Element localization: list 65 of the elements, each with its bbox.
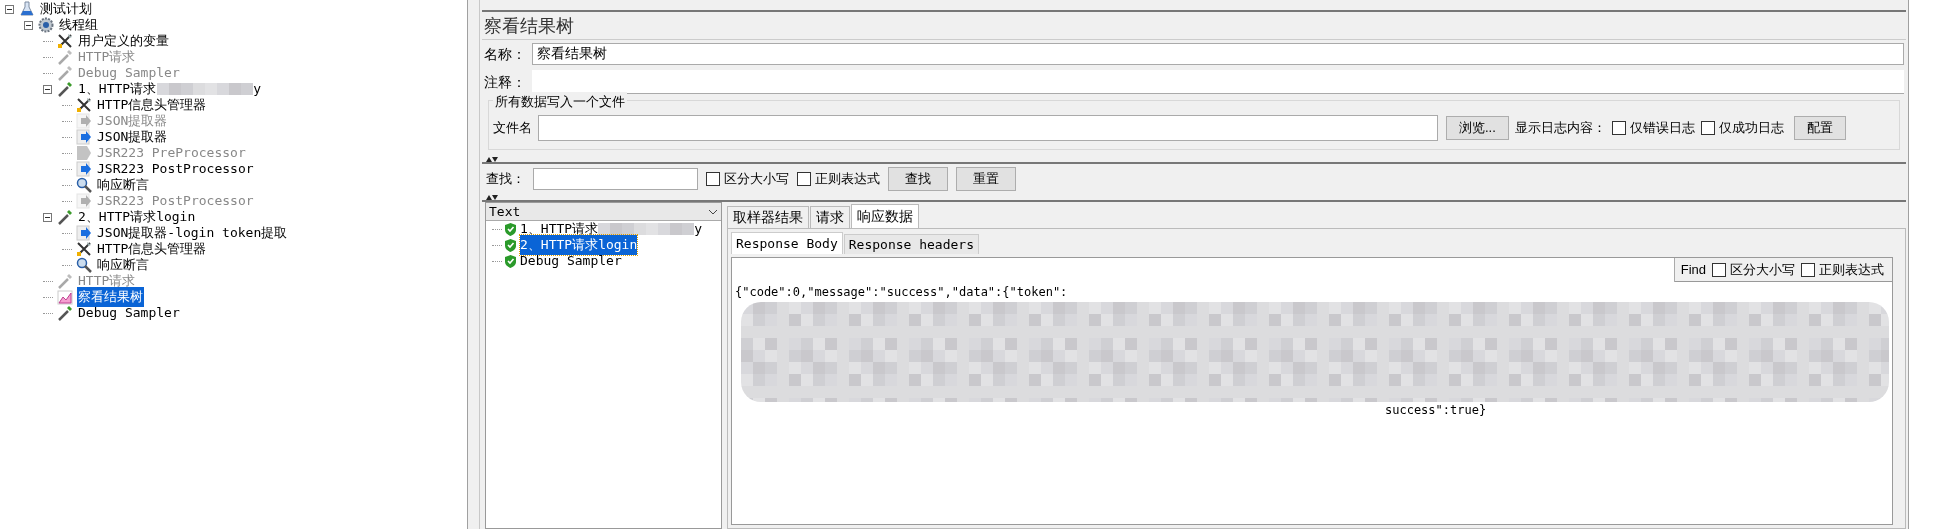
checkbox-label: 区分大小写 xyxy=(1730,260,1795,279)
tab[interactable]: Response Body xyxy=(731,232,843,254)
collapse-toggle[interactable] xyxy=(43,84,52,94)
scissors-icon xyxy=(76,97,92,113)
file-name-field[interactable] xyxy=(538,115,1438,141)
renderer-dropdown[interactable]: Text xyxy=(486,203,721,221)
magnifier-icon xyxy=(76,177,92,193)
split-arrows-icon xyxy=(486,156,498,162)
checkbox-label: 区分大小写 xyxy=(724,170,789,189)
flask-icon xyxy=(19,1,35,17)
result-item[interactable]: 2、HTTP请求login xyxy=(520,235,638,255)
result-item-text: y xyxy=(694,220,702,239)
checkbox-label: 仅成功日志 xyxy=(1718,119,1784,138)
tree-item[interactable]: 察看结果树 xyxy=(77,287,144,307)
button[interactable]: 查找 xyxy=(888,167,948,191)
pipette-icon xyxy=(57,273,73,289)
pipette-icon xyxy=(57,49,73,65)
comment-field[interactable] xyxy=(532,70,1904,94)
tab[interactable]: 响应数据 xyxy=(851,204,919,228)
field-label: 文件名 xyxy=(493,119,532,138)
search-field[interactable] xyxy=(533,168,698,190)
gear-icon xyxy=(38,17,54,33)
collapse-toggle[interactable] xyxy=(43,212,52,222)
shield-check-icon xyxy=(504,238,517,252)
tree-item-text: y xyxy=(253,80,261,99)
field-label: 注释： xyxy=(484,72,527,92)
shield-check-icon xyxy=(504,222,517,236)
magnifier-icon xyxy=(76,257,92,273)
checkbox[interactable] xyxy=(1611,121,1626,135)
field-label: 显示日志内容： xyxy=(1514,119,1606,138)
checkbox-label: 正则表达式 xyxy=(1819,260,1884,279)
chevron-down-icon xyxy=(708,208,718,215)
checkbox[interactable] xyxy=(1700,121,1715,135)
field-label: 名称： xyxy=(484,44,527,64)
find-field[interactable] xyxy=(732,257,1675,282)
split-arrows-icon xyxy=(486,194,498,200)
checkbox[interactable] xyxy=(797,172,811,186)
checkbox[interactable] xyxy=(1712,262,1726,277)
chart-icon xyxy=(57,289,73,305)
button[interactable]: 重置 xyxy=(956,167,1016,191)
pipette-icon xyxy=(57,65,73,81)
tab[interactable]: 请求 xyxy=(810,206,850,228)
checkbox[interactable] xyxy=(706,172,720,186)
panel-title: 察看结果树 xyxy=(482,12,1906,40)
collapse-toggle[interactable] xyxy=(24,20,33,30)
checkbox[interactable] xyxy=(1801,262,1815,277)
block-icon xyxy=(76,145,92,161)
field-label: Find xyxy=(1680,260,1706,279)
pipette-icon xyxy=(57,81,73,97)
checkbox-label: 正则表达式 xyxy=(815,170,880,189)
pipette-icon xyxy=(57,305,73,321)
response-text: success":true} xyxy=(1385,402,1487,418)
button[interactable]: 配置 xyxy=(1793,116,1846,140)
name-field[interactable]: 察看结果树 xyxy=(532,43,1904,65)
shield-check-icon xyxy=(504,254,517,268)
pipette-icon xyxy=(57,209,73,225)
checkbox-label: 仅错误日志 xyxy=(1629,119,1695,138)
tab[interactable]: Response headers xyxy=(843,234,979,254)
scissors-icon xyxy=(57,33,73,49)
collapse-toggle[interactable] xyxy=(5,4,14,14)
scissors-icon xyxy=(76,241,92,257)
tab[interactable]: 取样器结果 xyxy=(727,206,809,228)
response-text: {"code":0,"message":"success","data":{"token": xyxy=(735,284,1068,300)
button[interactable]: 浏览... xyxy=(1446,116,1509,140)
field-label: 查找： xyxy=(486,170,525,189)
